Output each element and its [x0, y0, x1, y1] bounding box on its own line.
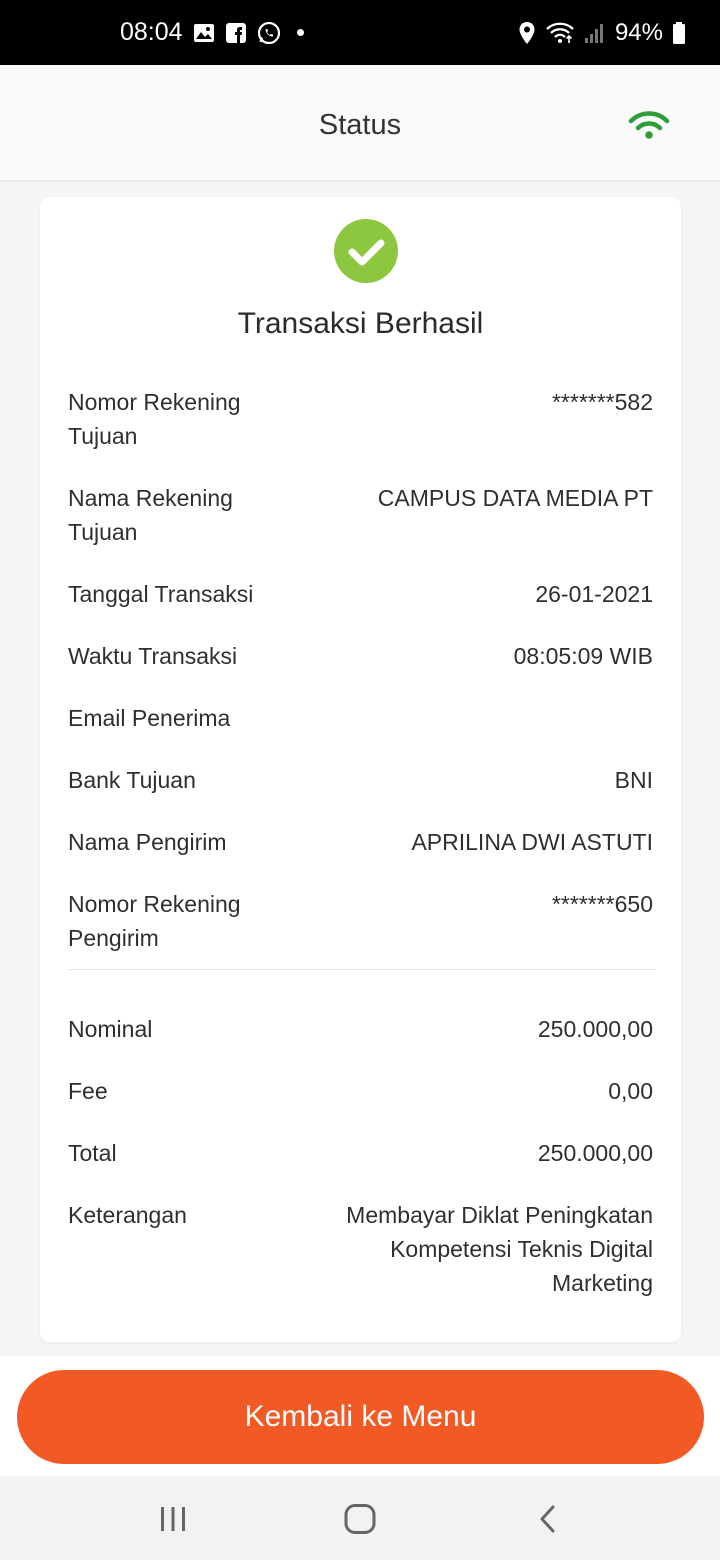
- amount-value: Membayar Diklat Peningkatan Kompetensi T…: [346, 1202, 653, 1296]
- app-header: Status: [0, 65, 720, 182]
- system-nav-bar: [0, 1476, 720, 1560]
- bottom-action-area: Kembali ke Menu: [0, 1356, 720, 1476]
- gallery-icon: [193, 23, 215, 43]
- wifi-icon: [545, 21, 575, 45]
- home-icon[interactable]: [340, 1503, 380, 1535]
- content-area[interactable]: Transaksi Berhasil Nomor Rekening Tujuan…: [0, 182, 720, 1356]
- detail-row-transaction-date: Tanggal Transaksi 26-01-2021: [68, 577, 653, 611]
- amount-value: 250.000,00: [537, 1016, 653, 1042]
- amount-row-total: Total 250.000,00: [68, 1136, 653, 1170]
- notification-dot-icon: [296, 29, 304, 36]
- battery-percent: 94%: [614, 18, 663, 46]
- detail-label: Email Penerima: [68, 705, 231, 731]
- wifi-icon: [628, 110, 670, 145]
- detail-label: Waktu Transaksi: [68, 643, 238, 669]
- detail-row-dest-account-number: Nomor Rekening Tujuan *******582: [68, 385, 653, 453]
- whatsapp-icon: [257, 21, 281, 45]
- facebook-icon: [225, 22, 247, 44]
- amount-label: Total: [68, 1140, 117, 1166]
- page-title: Status: [318, 109, 402, 141]
- battery-icon: [672, 21, 686, 45]
- detail-value: APRILINA DWI ASTUTI: [411, 829, 653, 855]
- detail-row-dest-account-name: Nama Rekening Tujuan CAMPUS DATA MEDIA P…: [68, 481, 653, 549]
- detail-row-sender-account-number: Nomor Rekening Pengirim *******650: [68, 887, 653, 955]
- amount-label: Fee: [68, 1078, 108, 1104]
- status-bar-right: 94%: [518, 0, 686, 65]
- amount-row-fee: Fee 0,00: [68, 1074, 653, 1108]
- detail-row-transaction-time: Waktu Transaksi 08:05:09 WIB: [68, 639, 653, 673]
- detail-row-dest-bank: Bank Tujuan BNI: [68, 763, 653, 797]
- detail-value: CAMPUS DATA MEDIA PT: [377, 485, 653, 511]
- detail-row-sender-name: Nama Pengirim APRILINA DWI ASTUTI: [68, 825, 653, 859]
- amount-row-description: Keterangan Membayar Diklat Peningkatan K…: [68, 1198, 653, 1300]
- status-bar: 08:04 94%: [0, 0, 720, 65]
- amount-value: 250.000,00: [537, 1140, 653, 1166]
- status-bar-left: 08:04: [120, 0, 304, 65]
- detail-value: 08:05:09 WIB: [513, 643, 653, 669]
- detail-label: Nomor Rekening Tujuan: [68, 389, 241, 449]
- amount-value: 0,00: [608, 1078, 653, 1104]
- detail-label: Nama Pengirim: [68, 829, 227, 855]
- transaction-status-title: Transaksi Berhasil: [237, 307, 484, 340]
- divider: [68, 969, 655, 970]
- detail-value: *******650: [551, 891, 653, 917]
- detail-label: Tanggal Transaksi: [68, 581, 254, 607]
- detail-label: Nama Rekening Tujuan: [68, 485, 233, 545]
- back-to-menu-button[interactable]: Kembali ke Menu: [17, 1370, 704, 1464]
- check-circle-icon: [334, 219, 398, 283]
- detail-value: *******582: [551, 389, 653, 415]
- recent-apps-icon[interactable]: [153, 1503, 193, 1535]
- detail-value: 26-01-2021: [535, 581, 653, 607]
- amount-label: Keterangan: [68, 1202, 187, 1228]
- transaction-receipt-card: Transaksi Berhasil Nomor Rekening Tujuan…: [40, 197, 681, 1342]
- location-icon: [518, 21, 536, 45]
- detail-value: BNI: [614, 767, 653, 793]
- clock: 08:04: [120, 18, 183, 46]
- amount-label: Nominal: [68, 1016, 153, 1042]
- back-icon[interactable]: [528, 1503, 568, 1535]
- detail-label: Bank Tujuan: [68, 767, 196, 793]
- detail-row-recipient-email: Email Penerima: [68, 701, 653, 735]
- amount-row-nominal: Nominal 250.000,00: [68, 1012, 653, 1046]
- detail-label: Nomor Rekening Pengirim: [68, 891, 241, 951]
- signal-icon: [584, 22, 606, 44]
